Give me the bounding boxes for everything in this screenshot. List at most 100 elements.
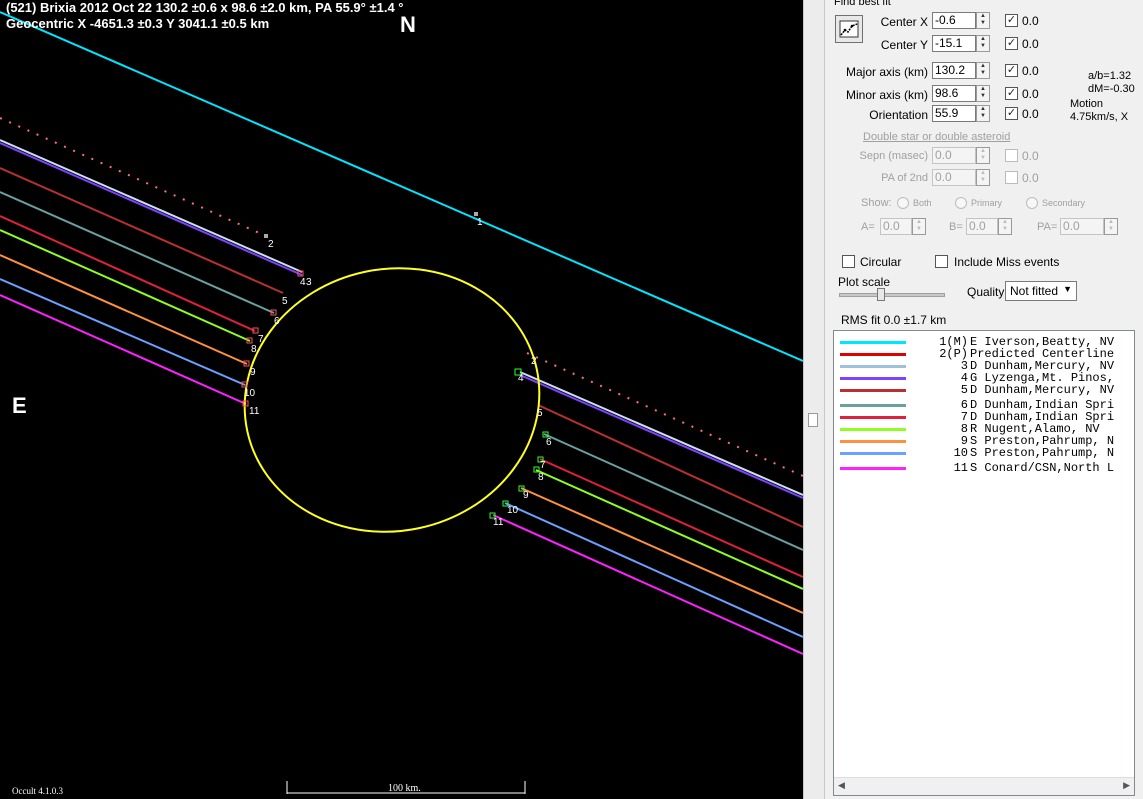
major-axis-input[interactable]: 130.2 (932, 62, 976, 79)
horizontal-scrollbar[interactable]: ◀ ▶ (834, 777, 1134, 795)
legend-row[interactable]: 3D Dunham,Mercury, NV (834, 360, 1134, 372)
rms-fit: RMS fit 0.0 ±1.7 km (841, 313, 947, 327)
legend-number: 1(M) (939, 335, 968, 349)
quality-label: Quality (967, 285, 1005, 299)
legend-row[interactable]: 2(P) Predicted Centerline (834, 348, 1134, 360)
sepn-checkbox[interactable] (1005, 149, 1018, 162)
chord-8-east (535, 469, 803, 590)
legend-color-swatch (840, 404, 906, 407)
legend-number: 2(P) (939, 347, 968, 361)
pa-spinner[interactable]: ▲ ▼ (1104, 218, 1118, 235)
chord-label-10-east: 10 (507, 505, 519, 516)
legend-observer-name: S Preston,Pahrump, N (970, 446, 1115, 460)
dropdown-arrow-icon: ▼ (1063, 284, 1072, 294)
chord-label-2-east: 2 (531, 356, 537, 367)
orientation-input[interactable]: 55.9 (932, 105, 976, 122)
pa2-checkbox[interactable] (1005, 171, 1018, 184)
legend-color-swatch (840, 440, 906, 443)
quality-select[interactable]: Not fitted ▼ (1005, 281, 1077, 301)
legend-number: 7 (960, 410, 968, 424)
center-x-spinner[interactable]: ▲ ▼ (976, 12, 990, 29)
include-miss-checkbox[interactable] (935, 255, 948, 268)
minor-axis-checkbox[interactable]: ✓ (1005, 87, 1018, 100)
chord-label-1: 1 (477, 217, 483, 228)
legend-row[interactable]: 5D Dunham,Mercury, NV (834, 384, 1134, 396)
b-spinner[interactable]: ▲ ▼ (998, 218, 1012, 235)
legend-row[interactable]: 6D Dunham,Indian Spri (834, 399, 1134, 411)
legend-row[interactable]: 4G Lyzenga,Mt. Pinos, (834, 372, 1134, 384)
plot-header-line1: (521) Brixia 2012 Oct 22 130.2 ±0.6 x 98… (6, 0, 404, 15)
a-input[interactable]: 0.0 (880, 218, 912, 235)
pa-input[interactable]: 0.0 (1060, 218, 1104, 235)
north-label: N (400, 12, 416, 37)
sepn-spinner[interactable]: ▲ ▼ (976, 147, 990, 164)
chord-4-east (519, 374, 803, 499)
chord-11-east (492, 514, 803, 655)
chord-label-6-east: 6 (546, 437, 552, 448)
find-best-fit-label: Find best fit (834, 0, 891, 8)
plot-scale-slider[interactable] (839, 288, 945, 301)
center-y-input[interactable]: -15.1 (932, 35, 976, 52)
chord-4-west (0, 142, 303, 276)
pa-label: PA= (1037, 221, 1058, 233)
center-x-label: Center X (880, 15, 928, 29)
minor-axis-input[interactable]: 98.6 (932, 85, 976, 102)
major-axis-checkbox[interactable]: ✓ (1005, 64, 1018, 77)
pa2-input[interactable]: 0.0 (932, 169, 976, 186)
chord-6-east (543, 433, 803, 551)
motion-value: 4.75km/s, X (1070, 111, 1129, 123)
chord-label-11: 11 (249, 406, 260, 417)
pa2-label: PA of 2nd (881, 172, 928, 184)
legend-observer-name: E Iverson,Beatty, NV (970, 335, 1115, 349)
a-label: A= (861, 221, 875, 233)
center-x-input[interactable]: -0.6 (932, 12, 976, 29)
plot-scale-thumb[interactable] (877, 288, 885, 301)
a-spinner[interactable]: ▲ ▼ (912, 218, 926, 235)
legend-color-swatch (840, 416, 906, 419)
legend-row[interactable]: 1(M) E Iverson,Beatty, NV (834, 336, 1134, 348)
show-both-radio[interactable] (897, 197, 909, 209)
legend-row[interactable]: 9S Preston,Pahrump, N (834, 435, 1134, 447)
show-both-label: Both (913, 198, 932, 208)
legend-color-swatch (840, 452, 906, 455)
dm-value: dM=-0.30 (1088, 83, 1135, 95)
major-axis-spinner[interactable]: ▲ ▼ (976, 62, 990, 79)
splitter-grip[interactable] (808, 413, 818, 427)
center-y-checkbox[interactable]: ✓ (1005, 37, 1018, 50)
b-label: B= (949, 221, 963, 233)
legend-color-swatch (840, 428, 906, 431)
event-marker (474, 212, 478, 216)
show-primary-label: Primary (971, 198, 1002, 208)
legend-row[interactable]: 10 S Preston,Pahrump, N (834, 447, 1134, 459)
show-primary-radio[interactable] (955, 197, 967, 209)
chord-label-7: 7 (258, 334, 264, 345)
legend-row[interactable]: 7D Dunham,Indian Spri (834, 411, 1134, 423)
orientation-checkbox[interactable]: ✓ (1005, 107, 1018, 120)
observer-list[interactable]: 11 S Conard/CSN,North L 10 S Preston,Pahrum… (833, 330, 1135, 796)
occultation-plot[interactable]: (521) Brixia 2012 Oct 22 130.2 ±0.6 x 98… (0, 0, 803, 799)
circular-checkbox[interactable] (842, 255, 855, 268)
legend-row[interactable]: 11 S Conard/CSN,North L (834, 462, 1134, 474)
pa2-spinner[interactable]: ▲ ▼ (976, 169, 990, 186)
minor-axis-spinner[interactable]: ▲ ▼ (976, 85, 990, 102)
chord-7-east (539, 458, 803, 578)
double-star-link[interactable]: Double star or double asteroid (863, 131, 1010, 143)
chord-7-west (0, 215, 256, 332)
chord-5-east (537, 404, 803, 528)
b-input[interactable]: 0.0 (966, 218, 998, 235)
legend-row[interactable]: 8R Nugent,Alamo, NV (834, 423, 1134, 435)
plot-canvas (0, 11, 803, 794)
predicted-centerline-east (526, 352, 803, 477)
center-x-checkbox[interactable]: ✓ (1005, 14, 1018, 27)
scroll-left-icon[interactable]: ◀ (838, 780, 845, 791)
scroll-right-icon[interactable]: ▶ (1123, 780, 1130, 791)
legend-number: 11 (953, 461, 968, 475)
chord-label-9-east: 9 (523, 490, 529, 501)
show-secondary-radio[interactable] (1026, 197, 1038, 209)
legend-color-swatch (840, 467, 906, 470)
center-y-spinner[interactable]: ▲ ▼ (976, 35, 990, 52)
chord-label-2: 2 (268, 239, 274, 250)
orientation-spinner[interactable]: ▲ ▼ (976, 105, 990, 122)
panel-splitter[interactable] (803, 0, 825, 799)
sepn-input[interactable]: 0.0 (932, 147, 976, 164)
